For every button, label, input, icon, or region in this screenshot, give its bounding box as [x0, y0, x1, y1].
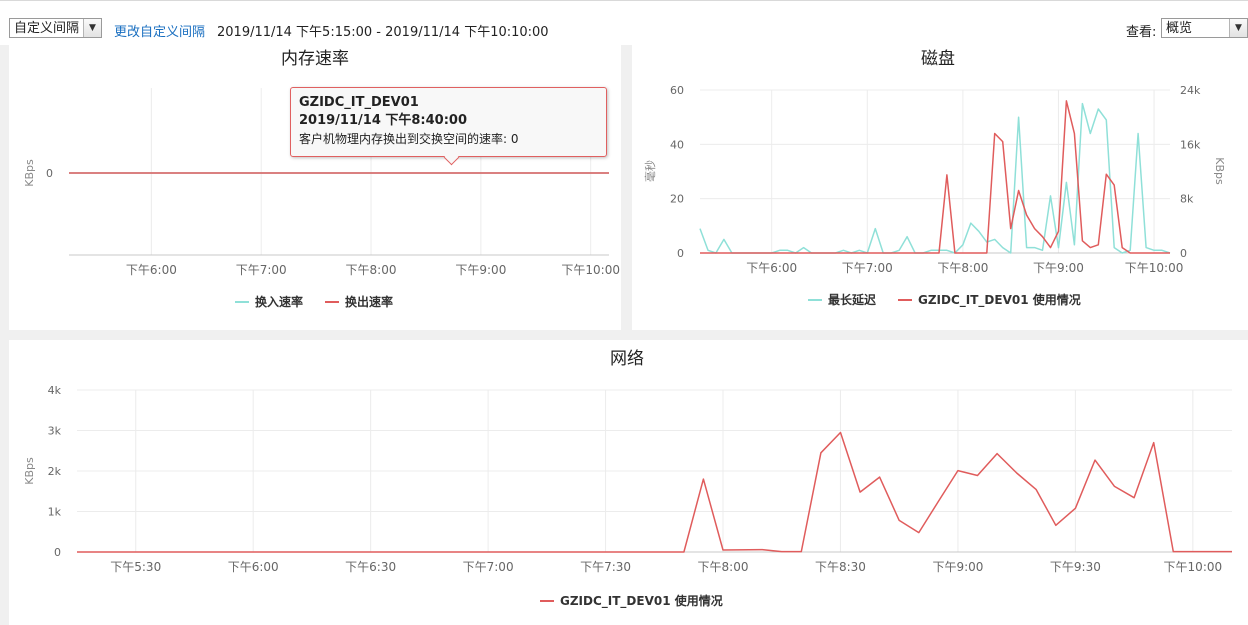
y-axis-title: 毫秒 — [643, 160, 657, 182]
y-tick-label: 20 — [670, 193, 684, 206]
chevron-down-icon: ▼ — [83, 19, 101, 37]
interval-select[interactable]: 自定义间隔 ▼ — [9, 18, 102, 38]
y-axis-title: KBps — [23, 159, 36, 187]
x-tick-label: 下午6:00 — [746, 261, 797, 275]
x-tick-label: 下午7:00 — [236, 263, 287, 277]
x-tick-label: 下午9:00 — [455, 263, 506, 277]
x-tick-label: 下午6:30 — [345, 560, 396, 574]
x-tick-label: 下午6:00 — [228, 560, 279, 574]
x-tick-label: 下午10:00 — [1164, 560, 1223, 574]
y-right-tick-label: 0 — [1180, 247, 1187, 260]
y-tick-label: 60 — [670, 84, 684, 97]
y-tick-label: 1k — [48, 506, 62, 519]
x-tick-label: 下午5:30 — [110, 560, 161, 574]
disk-panel: 磁盘 下午6:00 下午7:00 下午8:00 下午9:00 下午10:00 0 20 40 60… — [632, 45, 1248, 330]
series-line-1 — [700, 100, 1170, 254]
interval-select-value: 自定义间隔 — [14, 21, 80, 36]
y-right-tick-label: 24k — [1180, 84, 1201, 97]
chart-title: 磁盘 — [921, 49, 955, 69]
time-range: 2019/11/14 下午5:15:00 - 2019/11/14 下午10:1… — [217, 25, 549, 40]
change-interval-link[interactable]: 更改自定义间隔 — [114, 21, 205, 40]
y-tick-label: 0 — [46, 167, 53, 180]
legend-item: 最长延迟 — [828, 292, 876, 307]
x-tick-label: 下午8:00 — [698, 560, 749, 574]
chevron-down-icon: ▼ — [1229, 19, 1247, 37]
memory-rate-panel: 内存速率下午6:00 下午7:00 下午8:00 下午9:00 下午10:00 0 KBps… — [9, 45, 621, 330]
y-right-axis-title: KBps — [1213, 157, 1226, 185]
x-tick-label: 下午7:30 — [580, 560, 631, 574]
legend-item: GZIDC_IT_DEV01 使用情况 — [918, 292, 1081, 308]
disk-chart: 磁盘下午6:00 下午7:00 下午8:00 下午9:00 下午10:000204060… — [643, 49, 1226, 308]
tooltip-host: GZIDC_IT_DEV01 — [299, 95, 419, 110]
y-axis-title: KBps — [23, 457, 36, 485]
y-right-tick-label: 16k — [1180, 138, 1201, 151]
x-tick-label: 下午10:00 — [561, 263, 620, 277]
chart-tooltip: GZIDC_IT_DEV01 2019/11/14 下午8:40:00 客户机物… — [290, 87, 607, 166]
network-chart: 网络下午5:30 下午6:00 下午6:30 下午7:00 下午7:30 下午8:00 下午… — [23, 349, 1232, 609]
view-select-value: 概览 — [1166, 21, 1193, 36]
x-tick-label: 下午10:00 — [1125, 261, 1184, 275]
tooltip-time: 2019/11/14 下午8:40:00 — [299, 113, 468, 128]
y-tick-label: 2k — [48, 465, 62, 478]
view-label: 查看: — [1126, 25, 1157, 40]
x-tick-label: 下午7:00 — [463, 560, 514, 574]
y-tick-label: 3k — [48, 425, 62, 438]
legend-item: GZIDC_IT_DEV01 使用情况 — [560, 593, 723, 609]
x-tick-label: 下午9:00 — [1033, 261, 1084, 275]
x-tick-label: 下午8:30 — [815, 560, 866, 574]
legend-item: 换入速率 — [255, 294, 303, 309]
x-tick-label: 下午8:00 — [346, 263, 397, 277]
x-tick-label: 下午7:00 — [842, 261, 893, 275]
y-tick-label: 0 — [677, 247, 684, 260]
tooltip-metric: 客户机物理内存换出到交换空间的速率: 0 — [299, 132, 519, 146]
y-tick-label: 0 — [54, 546, 61, 559]
y-tick-label: 4k — [48, 384, 62, 397]
view-select[interactable]: 概览 ▼ — [1161, 18, 1248, 38]
network-panel: 网络下午5:30 下午6:00 下午6:30 下午7:00 下午7:30 下午8:00 下午… — [9, 340, 1248, 625]
x-tick-label: 下午9:00 — [932, 560, 983, 574]
chart-title: 网络 — [610, 349, 644, 369]
chart-title: 内存速率 — [281, 49, 349, 69]
x-tick-label: 下午8:00 — [937, 261, 988, 275]
y-tick-label: 40 — [670, 138, 684, 151]
toolbar: 自定义间隔 ▼ 更改自定义间隔 2019/11/14 下午5:15:00 - 2… — [0, 0, 1248, 45]
x-tick-label: 下午9:30 — [1050, 560, 1101, 574]
series-line-0 — [77, 431, 1232, 553]
x-tick-label: 下午6:00 — [126, 263, 177, 277]
legend-item: 换出速率 — [345, 294, 393, 309]
y-right-tick-label: 8k — [1180, 193, 1194, 206]
